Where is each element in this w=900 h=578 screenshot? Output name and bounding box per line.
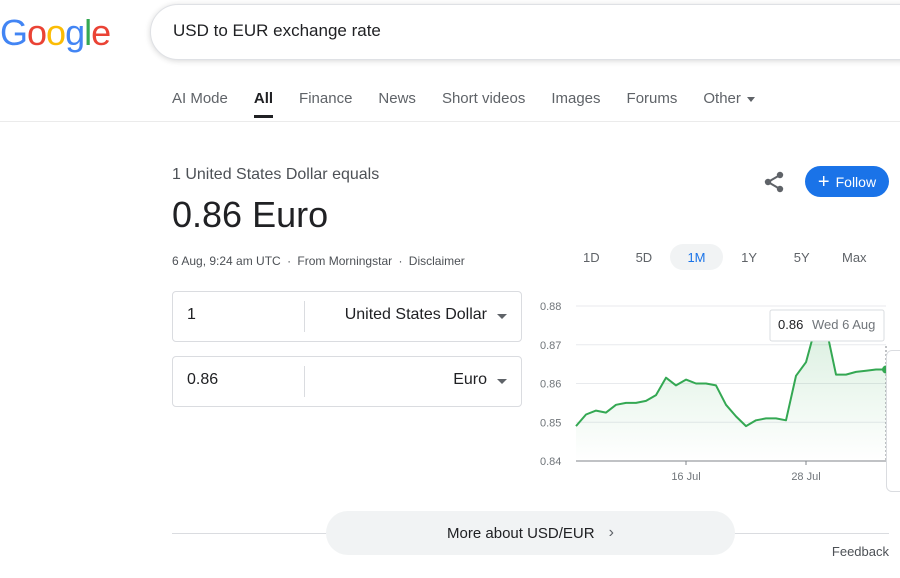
to-amount-input[interactable]: 0.86 [187, 371, 218, 389]
tab-images[interactable]: Images [551, 86, 600, 117]
tab-label: Short videos [441, 90, 526, 107]
timestamp: 6 Aug, 9:24 am UTC [172, 254, 281, 268]
google-logo[interactable]: Google [0, 12, 111, 54]
source-label: From Morningstar [297, 254, 393, 268]
field-divider [304, 301, 305, 332]
source-line: 6 Aug, 9:24 am UTC · From Morningstar · … [172, 254, 465, 268]
tab-label: News [378, 90, 416, 107]
field-divider [304, 366, 305, 397]
side-panel-tab[interactable] [886, 350, 900, 492]
range-1y[interactable]: 1Y [723, 244, 776, 270]
chevron-down-icon [746, 96, 755, 102]
range-1m[interactable]: 1M [670, 244, 723, 270]
time-range-selector: 1D 5D 1M 1Y 5Y Max [565, 244, 881, 270]
equals-label: 1 United States Dollar equals [172, 166, 380, 183]
tab-news[interactable]: News [378, 86, 416, 117]
range-5d[interactable]: 5D [618, 244, 671, 270]
tab-label: All [253, 90, 274, 107]
logo-letter: g [65, 12, 85, 53]
logo-letter: o [46, 12, 66, 53]
to-currency-select[interactable]: Euro [453, 371, 487, 389]
exchange-rate-chart[interactable]: 0.88 0.87 0.86 0.85 0.84 16 Jul 28 Jul 0.86 Wed … [530, 292, 888, 492]
follow-button[interactable]: + Follow [805, 166, 889, 197]
y-tick-label: 0.86 [540, 379, 561, 391]
tab-label: Other [703, 90, 741, 107]
range-5y[interactable]: 5Y [775, 244, 828, 270]
plus-icon: + [817, 170, 830, 193]
share-icon [764, 171, 784, 193]
separator: · [287, 254, 292, 268]
y-tick-label: 0.85 [540, 417, 561, 429]
more-about-button[interactable]: More about USD/EUR › [326, 511, 735, 555]
from-currency-select[interactable]: United States Dollar [345, 306, 487, 324]
logo-letter: e [91, 12, 111, 53]
from-amount-input[interactable]: 1 [187, 306, 196, 324]
conversion-result: 0.86 Euro [172, 194, 329, 235]
area-fill [576, 325, 886, 461]
search-box[interactable] [150, 4, 900, 60]
tab-label: AI Mode [172, 90, 228, 107]
tooltip-value: 0.86 [778, 317, 803, 332]
feedback-link[interactable]: Feedback [832, 544, 889, 559]
tabs-divider [0, 121, 900, 122]
range-max[interactable]: Max [828, 244, 881, 270]
chevron-down-icon[interactable] [497, 379, 507, 384]
range-1d[interactable]: 1D [565, 244, 618, 270]
logo-letter: G [0, 12, 28, 53]
to-currency-row: 0.86 Euro [172, 356, 522, 407]
x-tick-label: 28 Jul [791, 471, 820, 483]
y-tick-label: 0.84 [540, 456, 561, 468]
x-tick-label: 16 Jul [671, 471, 700, 483]
tab-label: Forums [626, 90, 678, 107]
y-tick-label: 0.87 [540, 340, 561, 352]
chevron-right-icon: › [608, 524, 614, 541]
search-input[interactable] [173, 21, 873, 41]
logo-letter: l [84, 12, 92, 53]
follow-label: Follow [835, 173, 877, 190]
share-button[interactable] [760, 168, 788, 196]
tab-ai-mode[interactable]: AI Mode [172, 86, 228, 117]
tab-short-videos[interactable]: Short videos [442, 86, 525, 117]
y-tick-label: 0.88 [540, 301, 561, 313]
logo-letter: o [27, 12, 47, 53]
tooltip-date: Wed 6 Aug [812, 317, 875, 332]
separator: · [398, 254, 403, 268]
tab-forums[interactable]: Forums [627, 86, 678, 117]
tab-finance[interactable]: Finance [299, 86, 352, 117]
more-about-label: More about USD/EUR [447, 524, 595, 542]
disclaimer-link[interactable]: Disclaimer [409, 254, 465, 268]
tab-all[interactable]: All [253, 86, 274, 118]
search-tabs: AI Mode All Finance News Short videos Images F… [172, 86, 781, 118]
tab-label: Images [551, 90, 601, 107]
tab-other[interactable]: Other [703, 86, 755, 117]
tab-label: Finance [299, 90, 353, 107]
from-currency-row: 1 United States Dollar [172, 291, 522, 342]
chevron-down-icon[interactable] [497, 314, 507, 319]
